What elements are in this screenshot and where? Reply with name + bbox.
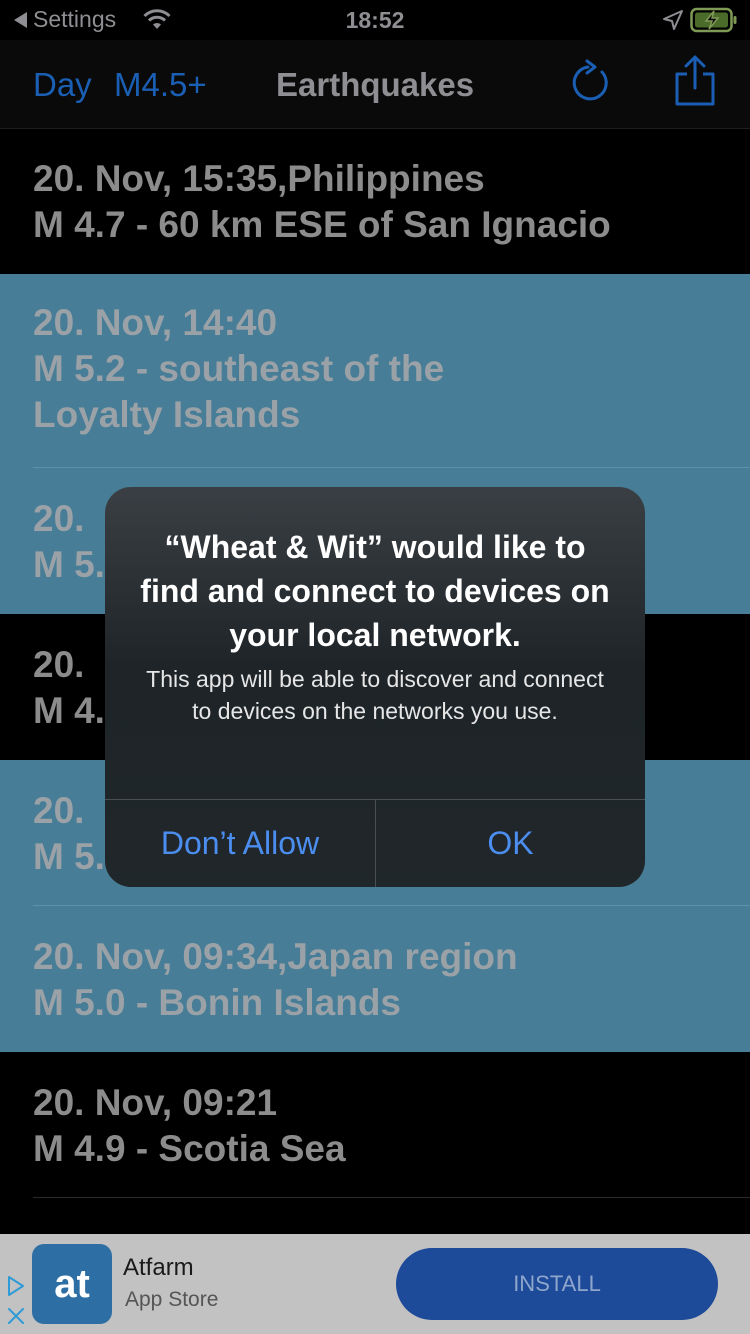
local-network-permission-alert: “Wheat & Wit” would like to find and con… bbox=[105, 487, 645, 887]
ad-banner[interactable]: at Atfarm App Store INSTALL bbox=[0, 1234, 750, 1334]
close-icon[interactable] bbox=[6, 1306, 26, 1326]
screen: Settings 18:52 Day M4.5+ Earthquakes 20.… bbox=[0, 0, 750, 1334]
ad-app-logo[interactable]: at bbox=[32, 1244, 112, 1324]
alert-message: This app will be able to discover and co… bbox=[146, 666, 604, 724]
dont-allow-button[interactable]: Don’t Allow bbox=[105, 800, 375, 887]
ad-store-label: App Store bbox=[125, 1288, 219, 1311]
ad-app-name: Atfarm bbox=[123, 1254, 194, 1281]
adchoices-icon[interactable] bbox=[6, 1274, 26, 1298]
ok-button[interactable]: OK bbox=[376, 800, 645, 887]
alert-title: “Wheat & Wit” would like to find and con… bbox=[140, 529, 610, 653]
install-button[interactable]: INSTALL bbox=[396, 1248, 718, 1320]
